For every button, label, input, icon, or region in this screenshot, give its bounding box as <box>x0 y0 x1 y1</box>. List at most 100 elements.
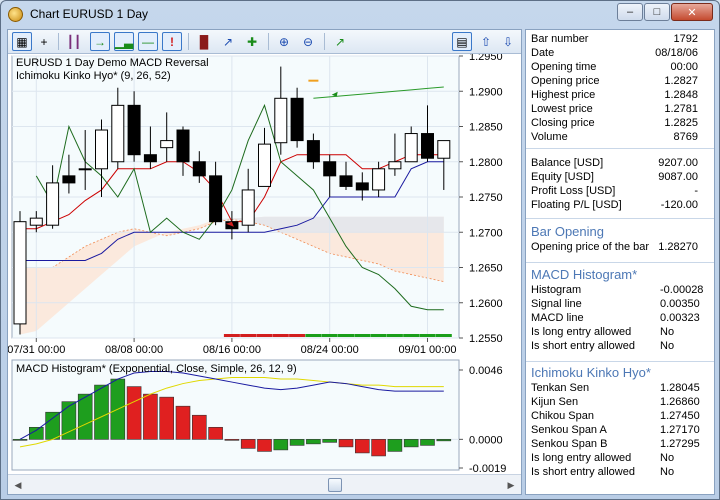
info-value: No <box>660 340 675 352</box>
line-indicator-button[interactable]: → <box>90 32 110 51</box>
chart-canvas[interactable]: 1.2950 1.2900 1.2850 1.2800 1.2750 1.2700 1.26… <box>8 54 521 474</box>
autoscroll-button[interactable]: ↗ <box>330 32 350 51</box>
price-tick-label: 1.2900 <box>469 86 503 98</box>
candle-body <box>95 129 108 170</box>
info-label: Date <box>531 47 555 59</box>
macd-tick-label: -0.0019 <box>469 463 506 474</box>
autoscroll-icon: ↗ <box>334 34 346 49</box>
info-value: No <box>660 326 675 338</box>
scroll-down-button[interactable]: ⇩ <box>498 32 518 51</box>
info-label: MACD line <box>531 312 584 324</box>
candle-body <box>241 189 255 226</box>
trade-strip <box>289 334 306 337</box>
candle-body <box>372 168 386 191</box>
info-label: Senkou Span A <box>531 424 607 436</box>
candlestick-button[interactable]: ▐▌ <box>194 32 214 51</box>
candle-body <box>306 140 320 163</box>
info-label: Signal line <box>531 298 582 310</box>
line-indicator-icon: → <box>94 34 106 49</box>
price-tick-label: 1.2650 <box>469 263 503 275</box>
info-row: Lowest price 1.2781 <box>531 102 711 116</box>
minimize-button[interactable]: – <box>617 3 643 21</box>
ichimoku-title: Ichimoku Kinko Hyo* <box>531 365 651 380</box>
candle-body <box>339 175 353 187</box>
grid-button[interactable]: ▦ <box>12 32 32 51</box>
tick-chart-button[interactable]: ✚ <box>242 32 262 51</box>
info-row: Opening price of the bar 1.28270 <box>531 240 711 254</box>
macd-bar <box>12 439 28 441</box>
trade-strip <box>223 334 240 337</box>
macd-bar <box>192 414 207 440</box>
info-value: 1.2825 <box>664 117 698 129</box>
level-line-button[interactable]: — <box>138 32 158 51</box>
panel-icon: ▤ <box>456 34 468 49</box>
window-controls: – □ ✕ <box>617 3 713 21</box>
info-label: Is short entry allowed <box>531 340 635 352</box>
info-row: Chikou Span 1.27450 <box>531 409 711 423</box>
bar-chart-button[interactable]: ▁▃ <box>114 32 134 51</box>
info-label: Floating P/L [USD] <box>531 199 622 211</box>
macd-bar <box>354 439 370 454</box>
panel-toggle-button[interactable]: ▤ <box>452 32 472 51</box>
bar-chart-icon: ▁▃ <box>114 34 134 49</box>
trade-strip <box>386 334 403 337</box>
zoom-in-icon: ⊕ <box>278 34 290 49</box>
info-value: 00:00 <box>670 61 698 73</box>
candle-body <box>13 221 27 325</box>
volume-button[interactable]: ┃┃ <box>64 32 84 51</box>
candle-body <box>388 161 402 170</box>
macd-bar <box>224 439 240 441</box>
macd-bar <box>371 439 386 457</box>
macd-bar <box>143 393 158 440</box>
info-label: Tenkan Sen <box>531 382 590 394</box>
candle-body <box>209 175 223 223</box>
macd-bar <box>126 386 142 440</box>
info-panel: Bar number 1792 Date 08/18/06 Opening time 00… <box>525 29 715 495</box>
chevron-right-icon: ▶ <box>507 479 515 490</box>
chart-legend-symbol: EURUSD 1 Day Demo MACD Reversal <box>16 57 209 69</box>
trade-strip <box>403 334 420 337</box>
grid-icon: ▦ <box>16 34 28 49</box>
close-icon: ✕ <box>687 6 697 19</box>
trade-strip <box>419 334 436 337</box>
title-bar[interactable]: Chart EURUSD 1 Day – □ ✕ <box>1 1 719 28</box>
scroll-left-button[interactable]: ◀ <box>10 477 26 493</box>
price-tick-label: 1.2750 <box>469 192 503 204</box>
chevron-left-icon: ◀ <box>14 479 22 490</box>
price-tick-label: 1.2950 <box>469 54 503 63</box>
horizontal-scrollbar[interactable]: ◀ ▶ <box>8 474 521 494</box>
zoom-out-button[interactable]: ⊖ <box>298 32 318 51</box>
info-row: Bar number 1792 <box>531 32 711 46</box>
price-tick-label: 1.2700 <box>469 227 503 239</box>
crosshair-icon: + <box>40 34 48 49</box>
maximize-button[interactable]: □ <box>644 3 670 21</box>
candle-body <box>437 140 451 159</box>
info-value: 1792 <box>673 33 698 45</box>
zoom-in-button[interactable]: ⊕ <box>274 32 294 51</box>
trade-strip <box>256 334 273 337</box>
crosshair-button[interactable]: + <box>34 32 54 51</box>
price-tick-label: 1.2600 <box>469 298 503 310</box>
candle-body <box>46 182 60 226</box>
candlestick-chart-icon: ▐▌ <box>195 34 213 49</box>
info-value: No <box>660 466 675 478</box>
info-row: Tenkan Sen 1.28045 <box>531 381 711 395</box>
info-label: Equity [USD] <box>531 171 594 183</box>
info-value: 1.27450 <box>660 410 700 422</box>
trade-strip <box>305 334 322 337</box>
macd-bar <box>387 439 403 452</box>
close-button[interactable]: ✕ <box>671 3 713 21</box>
info-label: Senkou Span B <box>531 438 608 450</box>
scrollbar-thumb[interactable] <box>328 478 342 492</box>
alert-button[interactable]: ! <box>162 32 182 51</box>
info-row: Balance [USD] 9207.00 <box>531 156 711 170</box>
line-chart-button[interactable]: ↗ <box>218 32 238 51</box>
info-value: 1.2848 <box>664 89 698 101</box>
info-separator <box>526 218 714 219</box>
info-value: 1.28270 <box>658 241 698 253</box>
up-arrow-icon: ⇧ <box>480 34 492 49</box>
info-row: Senkou Span A 1.27170 <box>531 423 711 437</box>
macd-bar <box>403 439 419 448</box>
scroll-right-button[interactable]: ▶ <box>503 477 519 493</box>
scroll-up-button[interactable]: ⇧ <box>476 32 496 51</box>
